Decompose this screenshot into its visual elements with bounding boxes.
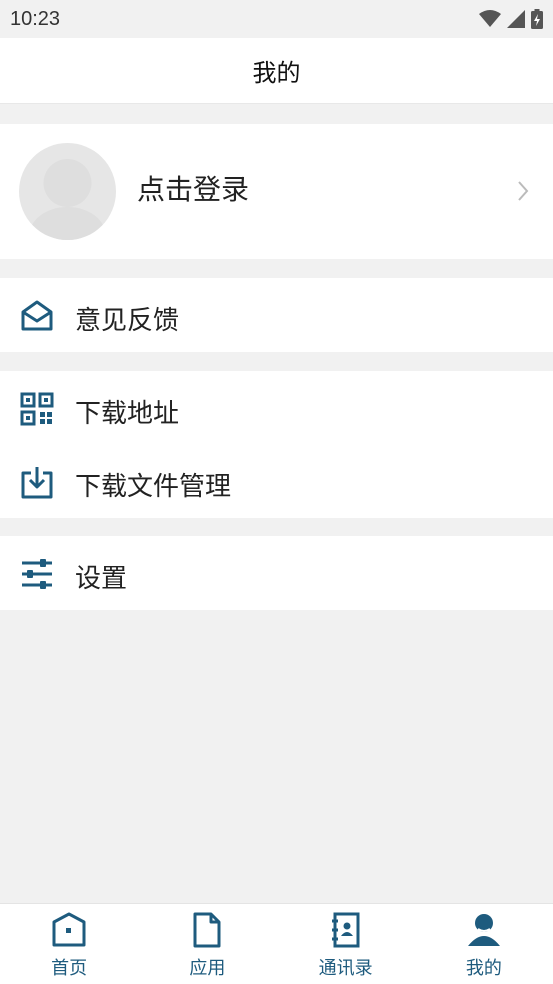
tab-apps[interactable]: 应用 (138, 904, 276, 984)
feedback-section: 意见反馈 (0, 278, 553, 352)
wifi-icon (479, 10, 501, 27)
status-icons (479, 9, 543, 29)
signal-icon (507, 10, 525, 28)
tab-contacts[interactable]: 通讯录 (277, 904, 415, 984)
status-bar: 10:23 (0, 0, 553, 38)
battery-icon (531, 9, 543, 29)
tab-mine[interactable]: 我的 (415, 904, 553, 984)
mail-open-icon (21, 300, 53, 331)
contacts-icon (331, 912, 360, 948)
chevron-right-icon (518, 181, 529, 201)
download-tray-icon (21, 467, 53, 499)
tab-home[interactable]: 首页 (0, 904, 138, 984)
avatar (19, 143, 116, 240)
bottom-tab-bar: 首页 应用 通讯录 我的 (0, 903, 553, 984)
qr-code-icon (20, 392, 54, 426)
user-icon (467, 914, 500, 946)
document-icon (193, 912, 221, 948)
menu-item-label: 意见反馈 (75, 306, 180, 336)
menu-item-label: 设置 (75, 564, 128, 594)
menu-item-download-files[interactable]: 下载文件管理 (0, 444, 553, 518)
menu-item-label: 下载地址 (75, 399, 180, 429)
menu-item-settings[interactable]: 设置 (0, 536, 553, 610)
app-header: 我的 (0, 38, 553, 104)
home-icon (52, 912, 86, 947)
settings-section: 设置 (0, 536, 553, 610)
menu-item-feedback[interactable]: 意见反馈 (0, 278, 553, 352)
sliders-icon (22, 559, 52, 589)
login-card[interactable]: 点击登录 (0, 124, 553, 259)
tab-label: 我的 (465, 958, 502, 979)
page-title: 我的 (252, 59, 301, 87)
tab-label: 首页 (51, 958, 88, 979)
tab-label: 应用 (189, 958, 226, 979)
menu-item-download-address[interactable]: 下载地址 (0, 371, 553, 445)
login-label: 点击登录 (137, 173, 250, 206)
menu-item-label: 下载文件管理 (75, 472, 232, 502)
avatar-placeholder-icon (29, 159, 106, 240)
status-time: 10:23 (10, 7, 61, 30)
tab-label: 通讯录 (318, 958, 373, 979)
download-section: 下载地址 下载文件管理 (0, 371, 553, 518)
